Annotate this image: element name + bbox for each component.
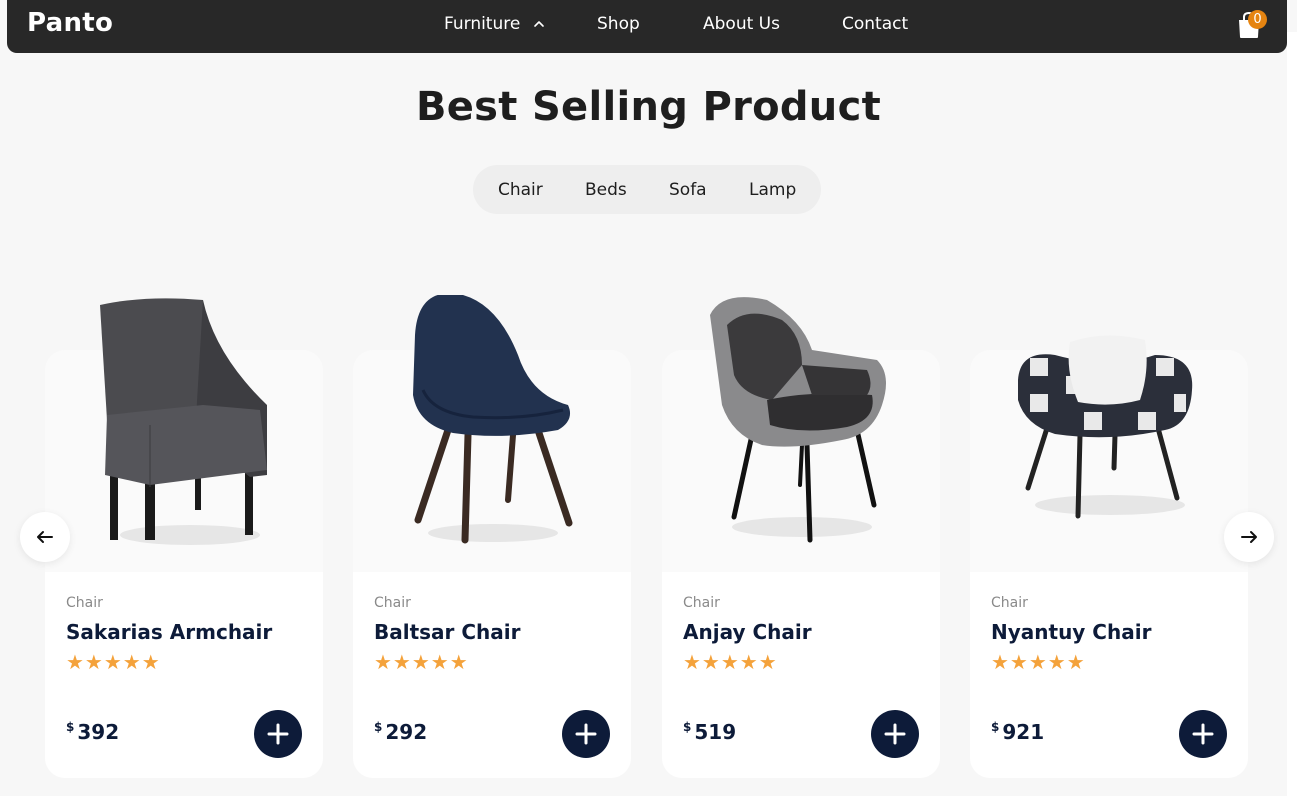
nav-shop-link[interactable]: Shop [597,13,703,35]
product-name[interactable]: Anjay Chair [683,620,812,644]
add-to-cart-button[interactable] [1179,710,1227,758]
nav-contact-link[interactable]: Contact [842,13,908,35]
navbar: Panto Furniture Shop About Us Contact 0 [7,0,1287,53]
currency-symbol: $ [991,720,1000,734]
product-card[interactable]: Chair Anjay Chair ★★★★★ $519 [662,297,940,778]
product-name[interactable]: Sakarias Armchair [66,620,272,644]
arrow-right-icon [1241,531,1257,543]
product-rating: ★★★★★ [66,650,161,674]
product-price: $392 [66,720,119,744]
main-nav: Furniture Shop About Us Contact [444,13,908,35]
product-image [100,298,267,545]
product-price: $292 [374,720,427,744]
product-price: $921 [991,720,1044,744]
currency-symbol: $ [374,720,383,734]
product-image [413,295,573,544]
tab-chair[interactable]: Chair [498,180,585,200]
currency-symbol: $ [66,720,75,734]
product-name[interactable]: Baltsar Chair [374,620,521,644]
cart-count-badge: 0 [1248,10,1267,29]
price-amount: 921 [1002,720,1045,744]
carousel-next-button[interactable] [1224,512,1274,562]
plus-icon [267,723,289,745]
price-amount: 292 [385,720,428,744]
carousel-prev-button[interactable] [20,512,70,562]
plus-icon [1192,723,1214,745]
brand-logo[interactable]: Panto [27,8,113,38]
product-rating: ★★★★★ [991,650,1086,674]
tab-sofa[interactable]: Sofa [669,180,749,200]
product-card[interactable]: Chair Nyantuy Chair ★★★★★ $921 [970,335,1248,778]
product-rating: ★★★★★ [374,650,469,674]
page-scrollbar[interactable] [1287,32,1297,796]
tab-lamp[interactable]: Lamp [749,180,796,200]
tab-beds[interactable]: Beds [585,180,669,200]
product-rating: ★★★★★ [683,650,778,674]
chevron-up-icon [534,21,545,27]
add-to-cart-button[interactable] [562,710,610,758]
plus-icon [575,723,597,745]
nav-furniture-label: Furniture [444,14,521,34]
product-name[interactable]: Nyantuy Chair [991,620,1151,644]
arrow-left-icon [37,531,53,543]
add-to-cart-button[interactable] [871,710,919,758]
product-category: Chair [374,595,411,611]
nav-furniture-dropdown[interactable]: Furniture [444,13,597,35]
product-category: Chair [991,595,1028,611]
cart-button[interactable]: 0 [1234,8,1270,42]
price-amount: 519 [694,720,737,744]
nav-about-link[interactable]: About Us [703,13,842,35]
product-card[interactable]: Chair Sakarias Armchair ★★★★★ $392 [45,298,323,778]
currency-symbol: $ [683,720,692,734]
product-price: $519 [683,720,736,744]
product-image [710,297,886,543]
price-amount: 392 [77,720,120,744]
product-image [1018,335,1193,519]
plus-icon [884,723,906,745]
add-to-cart-button[interactable] [254,710,302,758]
product-category: Chair [66,595,103,611]
product-card[interactable]: Chair Baltsar Chair ★★★★★ $292 [353,295,631,778]
product-category: Chair [683,595,720,611]
category-tabs: Chair Beds Sofa Lamp [473,165,821,214]
section-title: Best Selling Product [415,84,882,130]
